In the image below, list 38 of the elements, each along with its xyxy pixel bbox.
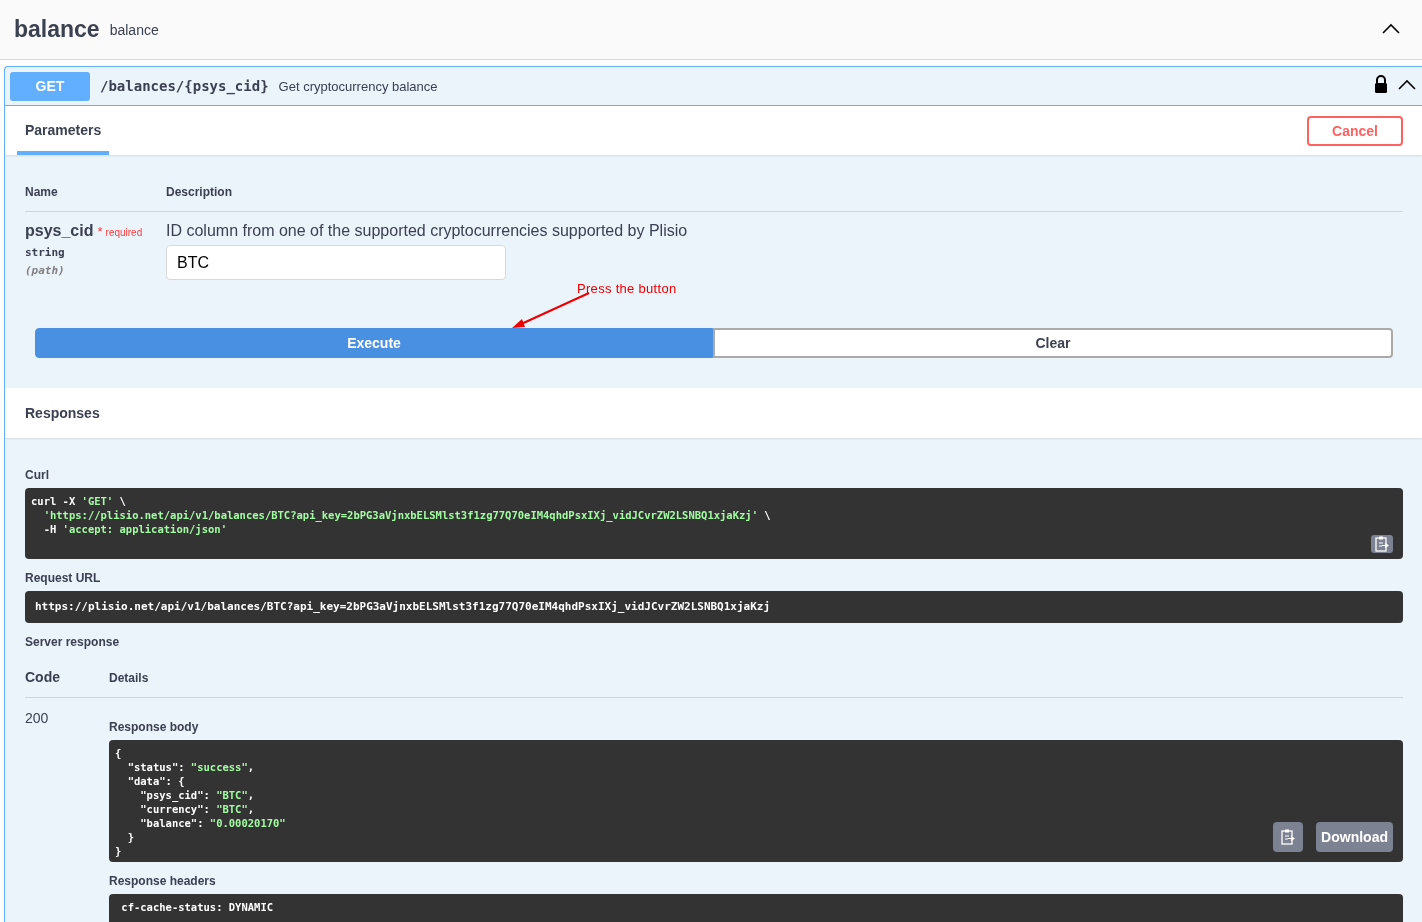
column-header: Description <box>166 185 233 199</box>
parameter-type: string <box>25 246 66 259</box>
column-header: Code <box>25 669 61 685</box>
request-url: https://plisio.net/api/v1/balances/BTC?api_key=2bPG3aVjnxbELSMlst3f1zg77Q70eIM4qhdPsxIXj_vidJCvrZW2LSNBQ1xjaKzj <box>25 591 1403 623</box>
column-header: Details <box>109 671 150 685</box>
section-heading: Responses <box>25 405 100 421</box>
code-block: cf-cache-status: DYNAMIC <box>109 894 1403 922</box>
tab[interactable]: Parameters <box>17 122 110 155</box>
status-code: 200 <box>25 710 50 728</box>
required-mark: * <box>97 224 103 239</box>
field-label: Curl <box>25 468 50 482</box>
copy-button[interactable] <box>1371 535 1393 553</box>
required-label: required <box>105 226 143 238</box>
column-header: Name <box>25 185 59 199</box>
field-label: Request URL <box>25 571 102 585</box>
input-field[interactable]: BTC <box>166 245 506 280</box>
copy-button[interactable] <box>1273 822 1304 852</box>
parameter-name: psys_cid <box>25 222 94 240</box>
annotation-text: Press the button <box>577 281 677 296</box>
lock-icon[interactable] <box>1374 75 1388 93</box>
endpoint-path: /balances/{psys_cid} <box>100 78 269 94</box>
download-button[interactable]: Download <box>1316 822 1393 852</box>
code-block: curl -X 'GET' \ 'https://plisio.net/api/v1/balances/BTC?api_key=2bPG3aVjnxbELSMlst3f1zg77Q70eIM4qhdPsxIXj_vidJCvrZW2LSNBQ1xjaKzj' \ -H 'accept: application/json' <box>25 488 1403 559</box>
clipboard-icon <box>1375 536 1389 552</box>
field-label: Response body <box>109 720 200 734</box>
clipboard-icon <box>1281 829 1296 845</box>
method-badge: GET <box>10 71 90 101</box>
parameter-description: ID column from one of the supported cryptocurrencies supported by Plisio <box>166 222 689 240</box>
collapse-icon[interactable] <box>1398 79 1416 91</box>
section-description: balance <box>109 21 159 38</box>
field-label: Response headers <box>109 874 217 888</box>
collapse-icon[interactable] <box>1382 22 1400 35</box>
parameter-location: (path) <box>25 264 66 277</box>
clear-button[interactable]: Clear <box>713 328 1393 358</box>
endpoint-summary: Get cryptocurrency balance <box>278 78 438 94</box>
code-block: { "status": "success", "data": { "psys_cid": "BTC", "currency": "BTC", "balance": "0.00020170" } } Download <box>109 740 1403 862</box>
field-label: Server response <box>25 635 121 649</box>
section-title[interactable]: balance <box>14 16 100 43</box>
